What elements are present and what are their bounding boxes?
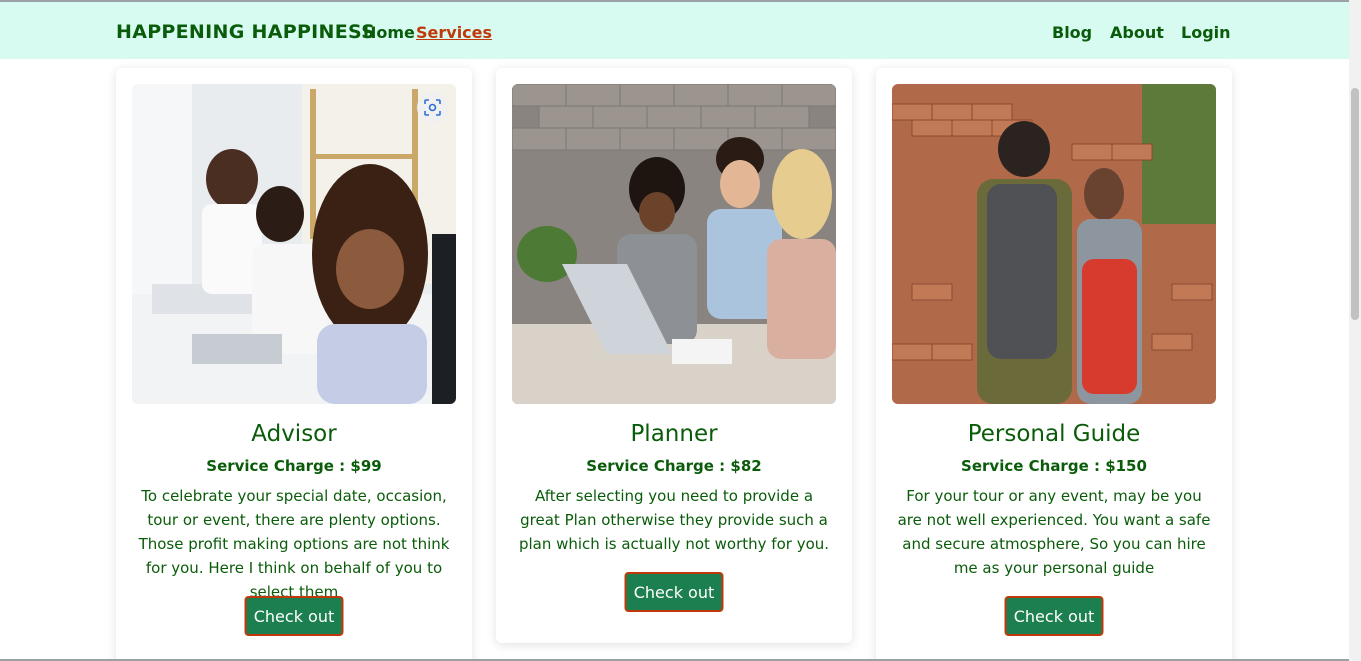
card-description: For your tour or any event, may be you a… (897, 487, 1211, 577)
brand-logo[interactable]: HAPPENING HAPPINESS (116, 21, 375, 43)
service-card-personal-guide: Personal Guide Service Charge : $150 For… (876, 68, 1232, 661)
card-title: Planner (630, 421, 718, 447)
nav-home[interactable]: Home (363, 23, 415, 42)
service-card-planner: Planner Service Charge : $82 After selec… (496, 68, 852, 643)
visual-search-button[interactable] (417, 92, 448, 123)
service-card-advisor: Advisor Service Charge : $99 To celebrat… (116, 68, 472, 661)
planner-image (512, 84, 836, 404)
nav-about[interactable]: About (1110, 23, 1164, 42)
nav-blog[interactable]: Blog (1052, 23, 1092, 42)
vertical-scrollbar[interactable] (1349, 0, 1361, 661)
scrollbar-thumb[interactable] (1351, 88, 1359, 320)
personal-guide-image (892, 84, 1216, 404)
nav-login[interactable]: Login (1181, 23, 1231, 42)
navbar: HAPPENING HAPPINESS Home Services Blog A… (0, 2, 1349, 59)
service-charge: Service Charge : $150 (961, 457, 1147, 475)
nav-services[interactable]: Services (416, 23, 492, 42)
service-charge: Service Charge : $99 (206, 457, 382, 475)
card-title: Advisor (251, 421, 337, 447)
advisor-image (132, 84, 456, 404)
checkout-button-personal-guide[interactable]: Check out (1004, 596, 1104, 636)
checkout-button-advisor[interactable]: Check out (244, 596, 344, 636)
card-title: Personal Guide (967, 421, 1141, 447)
service-charge: Service Charge : $82 (586, 457, 762, 475)
card-description: To celebrate your special date, occasion… (138, 487, 450, 601)
checkout-button-planner[interactable]: Check out (624, 572, 724, 612)
lens-icon (424, 99, 441, 116)
card-description: After selecting you need to provide a gr… (518, 487, 830, 553)
